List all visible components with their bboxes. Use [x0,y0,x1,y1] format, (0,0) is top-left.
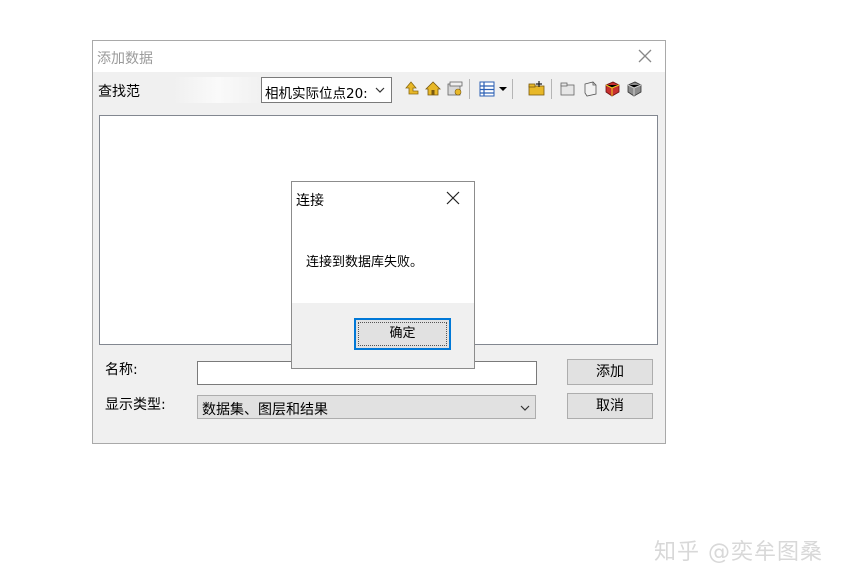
add-button[interactable]: 添加 [567,359,653,385]
close-icon[interactable] [445,190,461,206]
new-database-icon[interactable] [603,79,621,99]
watermark: 知乎 @奕牟图桑 [654,540,823,565]
connect-database-icon[interactable] [625,79,643,99]
show-type-select[interactable]: 数据集、图层和结果 [197,395,536,419]
show-type-value: 数据集、图层和结果 [202,402,328,418]
view-menu-icon[interactable] [478,79,508,99]
up-folder-icon[interactable] [402,79,420,99]
new-file-gdb-icon[interactable] [559,79,577,99]
catalog-connect-icon[interactable] [446,79,464,99]
location-value: 相机实际位点20: [265,86,368,102]
show-type-label: 显示类型: [105,397,166,413]
close-icon[interactable] [635,46,655,66]
chevron-down-icon [375,87,385,93]
obscured-area [173,77,263,103]
message-text: 连接到数据库失败。 [306,255,424,270]
message-area: 连接 连接到数据库失败。 [292,182,474,303]
toolbar-separator [469,79,470,99]
new-shapefile-icon[interactable] [581,79,599,99]
dialog-title: 添加数据 [97,51,153,67]
cancel-button[interactable]: 取消 [567,393,653,419]
name-label: 名称: [105,362,138,378]
message-title: 连接 [296,193,324,209]
connection-error-dialog: 连接 连接到数据库失败。 确定 [291,181,475,369]
home-icon[interactable] [424,79,442,99]
location-combobox[interactable]: 相机实际位点20: [261,77,392,103]
title-bar: 添加数据 [93,41,665,72]
ok-button[interactable]: 确定 [354,318,451,350]
chevron-down-icon [520,405,530,411]
toolbar-separator [551,79,552,99]
toolbar-separator [512,79,513,99]
new-folder-icon[interactable] [528,79,546,99]
look-in-label: 查找范 [98,84,140,100]
